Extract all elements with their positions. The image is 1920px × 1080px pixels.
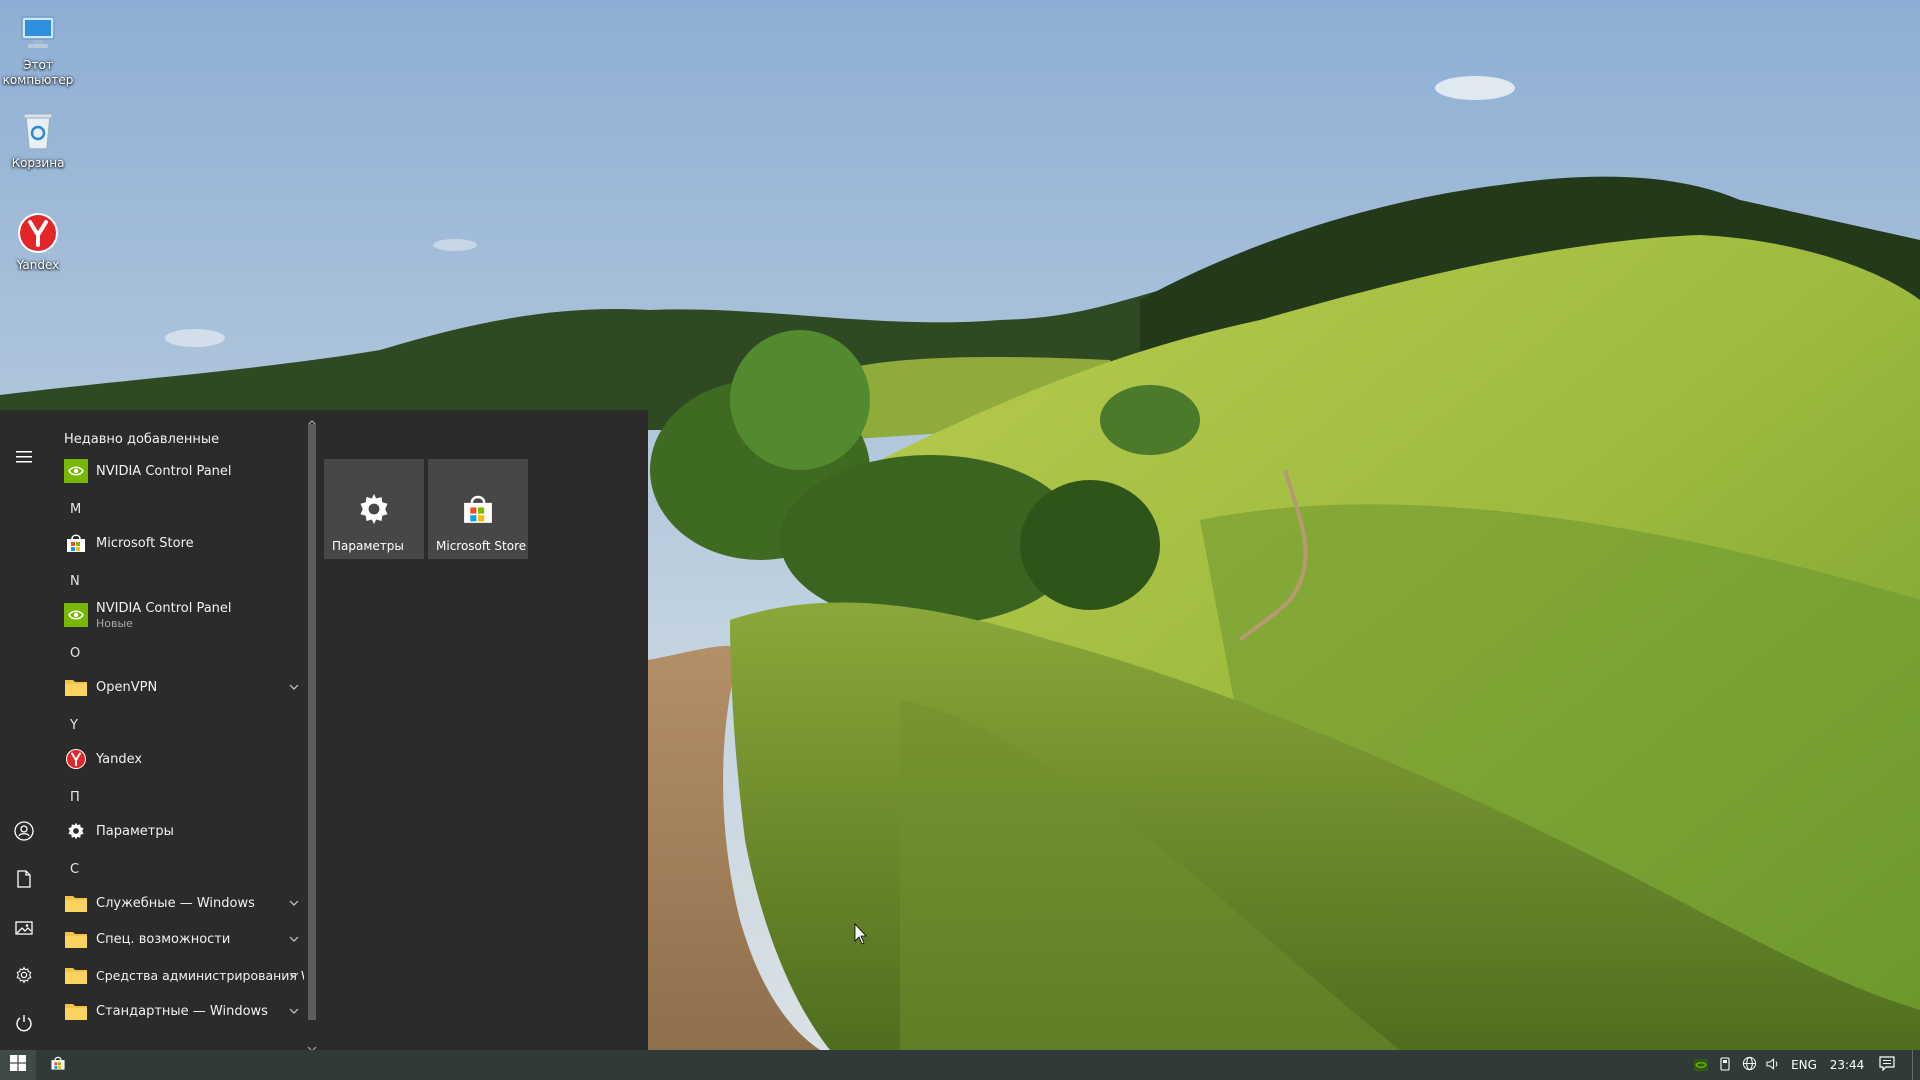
desktop-icon-yandex[interactable]: Yandex — [0, 210, 76, 273]
network-icon — [1742, 1056, 1757, 1075]
recycle-bin-icon — [12, 108, 64, 154]
pictures-button[interactable] — [0, 909, 48, 949]
new-badge: Новые — [96, 616, 133, 630]
app-item-label: NVIDIA Control Panel — [96, 463, 232, 479]
volume-icon — [1765, 1056, 1781, 1075]
app-item-label: Служебные — Windows — [96, 895, 255, 911]
yandex-icon — [12, 210, 64, 256]
store-icon — [458, 489, 498, 529]
letter-header-o[interactable]: O — [70, 646, 80, 661]
app-item-nvidia-recent[interactable]: NVIDIA Control Panel — [48, 453, 304, 489]
app-item-settings[interactable]: Параметры — [48, 813, 304, 849]
desktop-icon-label: Yandex — [16, 258, 60, 272]
hamburger-icon — [16, 448, 32, 467]
letter-header-s[interactable]: С — [70, 862, 79, 877]
tile-label: Параметры — [332, 539, 404, 553]
app-item-label: Спец. возможности — [96, 931, 231, 947]
chevron-down-icon[interactable] — [284, 669, 304, 705]
letter-header-n[interactable]: N — [70, 574, 80, 589]
power-button[interactable] — [0, 1005, 48, 1045]
app-list: Недавно добавленные NVIDIA Control Panel… — [48, 410, 304, 1050]
folder-icon — [64, 891, 88, 915]
letter-header-p[interactable]: П — [70, 790, 80, 805]
app-item-label: Параметры — [96, 823, 174, 839]
power-icon — [15, 1014, 33, 1036]
folder-icon — [64, 963, 88, 987]
taskbar: ENG 23:44 — [0, 1050, 1920, 1080]
folder-icon — [64, 999, 88, 1023]
input-language-indicator[interactable]: ENG — [1788, 1050, 1820, 1080]
app-item-label: NVIDIA Control Panel — [96, 600, 232, 616]
settings-button[interactable] — [0, 957, 48, 997]
store-icon — [64, 531, 88, 555]
tile-label: Microsoft Store — [436, 539, 527, 553]
yandex-icon — [64, 747, 88, 771]
show-desktop-button[interactable] — [1912, 1050, 1920, 1080]
letter-header-y[interactable]: Y — [70, 718, 78, 733]
computer-icon — [12, 10, 64, 56]
folder-icon — [64, 675, 88, 699]
start-menu: Недавно добавленные NVIDIA Control Panel… — [0, 410, 648, 1052]
tile-area: Параметры Microsoft Store — [320, 410, 648, 1050]
app-item-text: NVIDIA Control Panel Новые — [96, 601, 232, 630]
tray-nvidia[interactable] — [1690, 1050, 1712, 1080]
chevron-down-icon[interactable] — [284, 921, 304, 957]
expand-menu-button[interactable] — [0, 437, 48, 477]
action-center-button[interactable] — [1874, 1050, 1900, 1080]
tray-network[interactable] — [1738, 1050, 1760, 1080]
windows-logo-icon — [10, 1055, 26, 1075]
start-button[interactable] — [0, 1050, 36, 1080]
folder-icon — [64, 927, 88, 951]
app-item-label: Yandex — [96, 751, 143, 767]
chevron-down-icon[interactable] — [284, 957, 304, 993]
desktop-icon-label: Корзина — [11, 156, 65, 170]
app-folder-windows-tools[interactable]: Служебные — Windows — [48, 885, 304, 921]
app-item-label: Стандартные — Windows — [96, 1003, 268, 1019]
app-item-microsoft-store[interactable]: Microsoft Store — [48, 525, 304, 561]
app-item-nvidia[interactable]: NVIDIA Control Panel Новые — [48, 597, 304, 633]
nvidia-icon — [64, 459, 88, 483]
chevron-down-icon[interactable] — [284, 885, 304, 921]
nvidia-icon — [64, 603, 88, 627]
nvidia-tray-icon — [1694, 1056, 1708, 1075]
pictures-icon — [15, 920, 33, 939]
recently-added-title: Недавно добавленные — [64, 432, 220, 447]
tile-settings[interactable]: Параметры — [324, 459, 424, 559]
app-list-scrollbar[interactable] — [306, 410, 318, 1052]
app-item-yandex[interactable]: Yandex — [48, 741, 304, 777]
desktop-icon-recycle-bin[interactable]: Корзина — [0, 108, 76, 171]
desktop-icon-this-pc[interactable]: Этот компьютер — [0, 10, 76, 88]
app-item-label: Средства администрирования W... — [96, 967, 304, 983]
start-menu-rail — [0, 410, 48, 1050]
tray-volume[interactable] — [1762, 1050, 1784, 1080]
scroll-thumb[interactable] — [308, 424, 316, 1020]
app-folder-accessibility[interactable]: Спец. возможности — [48, 921, 304, 957]
app-item-label: OpenVPN — [96, 679, 158, 695]
gear-icon — [15, 966, 33, 988]
taskbar-clock[interactable]: 23:44 — [1822, 1050, 1872, 1080]
desktop-icon-label: Этот компьютер — [2, 58, 74, 87]
user-icon — [14, 821, 34, 845]
app-folder-admin-tools[interactable]: Средства администрирования W... — [48, 957, 304, 993]
documents-button[interactable] — [0, 861, 48, 901]
notification-icon — [1879, 1055, 1895, 1075]
app-folder-windows-accessories[interactable]: Стандартные — Windows — [48, 993, 304, 1029]
user-account-button[interactable] — [0, 813, 48, 853]
tile-microsoft-store[interactable]: Microsoft Store — [428, 459, 528, 559]
gear-icon — [64, 819, 88, 843]
documents-icon — [17, 870, 31, 892]
gear-icon — [354, 489, 394, 529]
usb-icon — [1720, 1056, 1730, 1075]
taskbar-store-button[interactable] — [40, 1050, 76, 1080]
app-folder-openvpn[interactable]: OpenVPN — [48, 669, 304, 705]
app-item-label: Microsoft Store — [96, 535, 194, 551]
letter-header-m[interactable]: M — [70, 502, 81, 517]
store-icon — [50, 1055, 66, 1075]
tray-usb[interactable] — [1714, 1050, 1736, 1080]
chevron-down-icon[interactable] — [284, 993, 304, 1029]
